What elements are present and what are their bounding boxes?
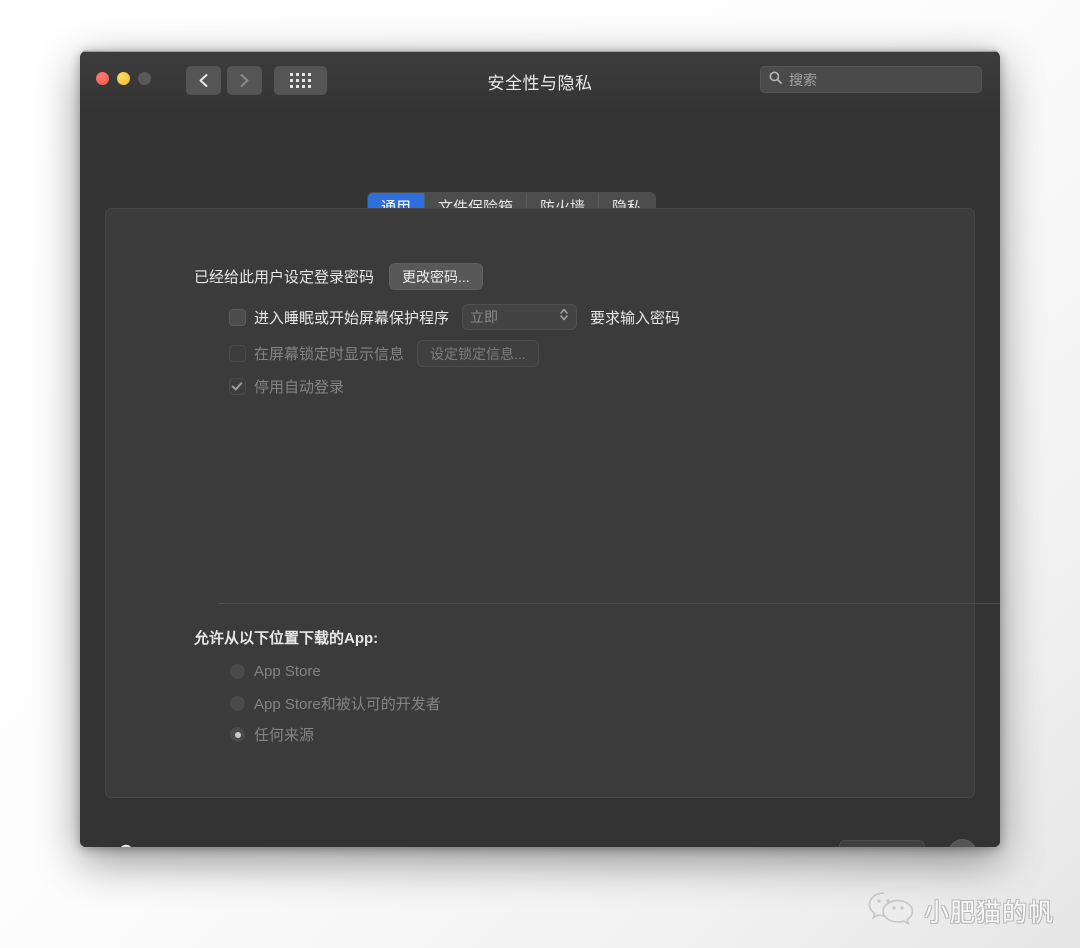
lock-closed-icon[interactable] bbox=[112, 841, 140, 847]
radio-app-store[interactable] bbox=[230, 664, 245, 679]
radio-identified-developers[interactable] bbox=[230, 696, 245, 711]
search-field[interactable]: 搜索 bbox=[760, 66, 982, 93]
wechat-icon bbox=[868, 889, 914, 932]
advanced-button[interactable]: 高级... bbox=[840, 841, 924, 847]
watermark-text: 小肥猫的帆 bbox=[923, 898, 1054, 927]
disable-auto-login-label: 停用自动登录 bbox=[254, 379, 345, 396]
lock-message-row: 在屏幕锁定时显示信息 设定锁定信息... bbox=[230, 341, 538, 366]
radio-anywhere[interactable] bbox=[230, 727, 245, 742]
search-icon bbox=[769, 71, 782, 89]
download-option-app-store[interactable]: App Store bbox=[230, 663, 321, 680]
window-body: 通用 文件保险箱 防火墙 隐私 已经给此用户设定登录密码 更改密码... 进入睡… bbox=[80, 108, 1000, 847]
chevron-updown-icon bbox=[559, 307, 569, 327]
require-password-checkbox[interactable] bbox=[230, 309, 245, 325]
login-password-row: 已经给此用户设定登录密码 更改密码... bbox=[194, 264, 482, 289]
change-password-button[interactable]: 更改密码... bbox=[390, 264, 482, 289]
login-password-status: 已经给此用户设定登录密码 bbox=[194, 269, 375, 286]
require-password-label: 进入睡眠或开始屏幕保护程序 bbox=[254, 309, 450, 327]
download-option-label-app-store: App Store bbox=[254, 663, 321, 680]
download-section-heading: 允许从以下位置下载的App: bbox=[194, 630, 379, 647]
require-password-delay-value: 立即 bbox=[470, 309, 499, 325]
download-option-label-anywhere: 任何来源 bbox=[254, 727, 315, 744]
disable-auto-login-row: 停用自动登录 bbox=[230, 376, 344, 397]
lock-message-label: 在屏幕锁定时显示信息 bbox=[254, 346, 405, 363]
download-option-anywhere[interactable]: 任何来源 bbox=[230, 724, 314, 745]
download-section-heading-row: 允许从以下位置下载的App: bbox=[194, 627, 378, 648]
set-lock-message-button[interactable]: 设定锁定信息... bbox=[418, 341, 538, 366]
search-placeholder: 搜索 bbox=[789, 71, 817, 88]
require-password-row: 进入睡眠或开始屏幕保护程序 立即 要求输入密码 bbox=[230, 305, 680, 329]
download-option-identified-developers[interactable]: App Store和被认可的开发者 bbox=[230, 693, 441, 714]
download-option-label-identified-developers: App Store和被认可的开发者 bbox=[254, 696, 441, 713]
section-divider bbox=[219, 603, 1000, 604]
require-password-delay-select[interactable]: 立即 bbox=[463, 305, 577, 329]
help-button[interactable]: ? bbox=[949, 840, 976, 847]
window-titlebar: 安全性与隐私 搜索 bbox=[80, 52, 1000, 109]
disable-auto-login-checkbox[interactable] bbox=[230, 379, 245, 394]
general-settings-panel: 已经给此用户设定登录密码 更改密码... 进入睡眠或开始屏幕保护程序 立即 要求… bbox=[105, 208, 1000, 798]
require-password-suffix-label: 要求输入密码 bbox=[590, 309, 681, 327]
lock-message-checkbox[interactable] bbox=[230, 346, 245, 361]
watermark: 小肥猫的帆 bbox=[868, 889, 1054, 932]
system-preferences-window: 安全性与隐私 搜索 通用 文件保险箱 防火墙 隐私 已经给此用户设定登录密码 更… bbox=[80, 50, 1000, 847]
